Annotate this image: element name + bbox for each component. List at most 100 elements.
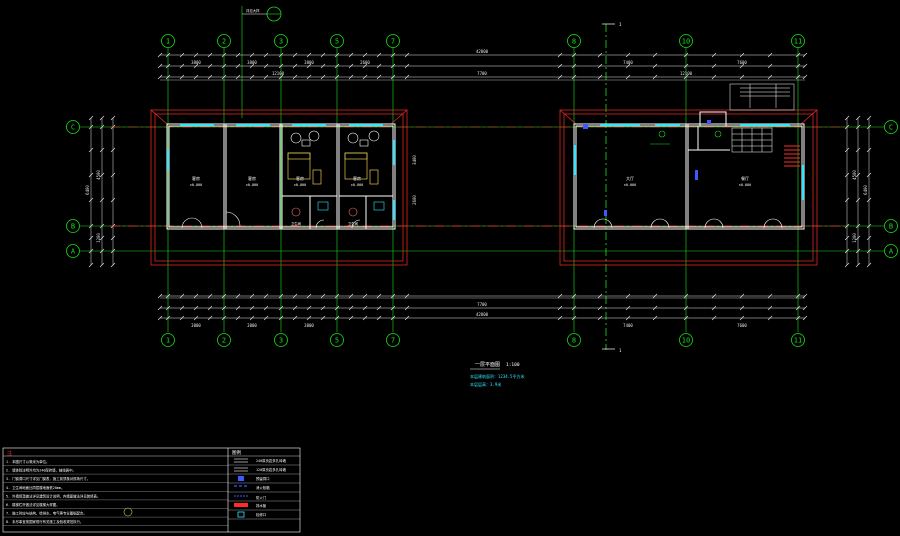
legend-heading: 图例	[232, 449, 241, 456]
legend-item: 检修口	[256, 512, 266, 517]
dim-side-left: 4500	[96, 170, 101, 180]
plan-scale: 1:100	[506, 362, 520, 368]
dim-bay-1-b: 3800	[191, 323, 201, 328]
legend-item: 240厚页岩多孔砖墙	[256, 458, 286, 463]
hall-level: ±0.000	[624, 183, 636, 187]
notes-line: 2. 墙体除注明外均为240厚砖墙，轴线居中。	[6, 468, 76, 473]
plan-title: 一层平面图	[475, 362, 500, 368]
room-4-level: ±0.000	[351, 183, 363, 187]
notes-lines: 1. 本图尺寸以毫米为单位。 2. 墙体除注明外均为240厚砖墙，轴线居中。 3. …	[3, 459, 228, 526]
axis-label: 2	[222, 337, 226, 345]
notes-line: 7. 施工时应与结构、给排水、电气等专业图纸配合。	[6, 511, 87, 516]
roof-stair-annex	[729, 83, 795, 111]
notes-line: 1. 本图尺寸以毫米为单位。	[6, 459, 49, 464]
notes-symbol	[123, 507, 133, 517]
cad-drawing: 1 1 详见大样 11223355778810101111C CB BA A 4280…	[2, 6, 898, 533]
legend-item: 120厚页岩多孔砖墙	[256, 467, 286, 472]
dim-depth-left-2: 2600	[412, 195, 417, 205]
axis-grid: 11223355778810101111C CB BA A	[66, 34, 898, 347]
right-block-walls	[573, 111, 805, 230]
notes-heading: 注	[7, 450, 12, 457]
dim-bay-3: 3800	[304, 60, 314, 65]
room-3-level: ±0.000	[294, 183, 306, 187]
legend-item: 消火栓箱	[256, 485, 270, 490]
notes-line: 5. 外墙保温做法详见建筑设计说明，内墙面做法详见装修表。	[6, 493, 100, 498]
dim-side-right: 4500	[852, 170, 857, 180]
dim-bay-6-b: 7600	[737, 323, 747, 328]
legend-items: 240厚页岩多孔砖墙 120厚页岩多孔砖墙预留洞口消火栓箱防火门排水管检修口	[256, 458, 286, 517]
axis-label: 10	[682, 38, 690, 46]
dim-bay-3-b: 3800	[304, 323, 314, 328]
left-block-sofas	[290, 130, 380, 147]
axis-label: B	[889, 223, 893, 231]
axis-label: 5	[335, 337, 339, 345]
dim-side-right-small: 1200	[852, 233, 857, 243]
room-2-level: ±0.000	[246, 183, 258, 187]
dim-depth-left: 3400	[412, 155, 417, 165]
legend-item: 排水管	[256, 503, 267, 508]
notes-line: 3. 门窗洞口尺寸详见门窗表，施工前须核对现场尺寸。	[6, 476, 90, 481]
axis-label: 10	[682, 337, 690, 345]
legend-item: 预留洞口	[256, 476, 270, 481]
axis-label: 7	[391, 38, 395, 46]
dim-bay-1: 3800	[191, 60, 201, 65]
section-mark-bottom: 1	[619, 348, 622, 353]
dim-bay-2-b: 3800	[247, 323, 257, 328]
legend-item: 防火门	[256, 495, 267, 500]
axis-label: C	[71, 124, 75, 132]
index-text: 详见大样	[246, 8, 260, 13]
left-block-wc-fixtures	[291, 201, 385, 217]
axis-label: 2	[222, 38, 226, 46]
room-1-name: 客房	[192, 175, 200, 181]
axis-label: 1	[166, 337, 170, 345]
dim-seg-mid: 7700	[477, 71, 487, 76]
plan-note-2: 本层层高：3.9米	[470, 381, 501, 387]
dim-overall-top: 42800	[476, 49, 489, 54]
plan-note-1: 本层建筑面积：1234.5平方米	[470, 373, 524, 379]
stair	[731, 127, 773, 153]
axis-label: 7	[391, 337, 395, 345]
dim-bay-6: 7600	[737, 60, 747, 65]
axis-label: 1	[166, 38, 170, 46]
section-mark-top: 1	[619, 22, 622, 27]
dim-bay-5-b: 7400	[623, 323, 633, 328]
dimension-ticks	[88, 52, 872, 321]
axis-label: 3	[279, 38, 283, 46]
dim-side-left-small: 1200	[96, 233, 101, 243]
dining-name: 餐厅	[741, 175, 749, 181]
legend-swatches	[234, 458, 248, 518]
axis-label: 8	[572, 38, 576, 46]
dimension-chains	[90, 54, 870, 319]
dim-side-total-right: 6400	[863, 185, 868, 195]
dim-side-total-left: 6400	[85, 185, 90, 195]
axis-label: 11	[794, 38, 802, 46]
wc-label-2: 卫生间	[348, 221, 359, 226]
blue-markers	[583, 120, 711, 216]
room-4-name: 客房	[353, 175, 361, 181]
dim-bay-2: 3800	[247, 60, 257, 65]
notes-line: 8. 未尽事宜按国家现行有关施工及验收规范执行。	[6, 519, 83, 524]
exterior-steps	[784, 145, 800, 167]
axis-label: 3	[279, 337, 283, 345]
notes-line: 4. 卫生间地面比同层楼地面低20mm。	[6, 485, 64, 490]
axis-label: 8	[572, 337, 576, 345]
room-3-name: 客房	[296, 175, 304, 181]
dim-seg-mid-bottom: 7700	[477, 302, 487, 307]
wc-label-1: 卫生间	[291, 221, 302, 226]
axis-label: 5	[335, 38, 339, 46]
building-outline	[150, 109, 818, 266]
dim-bay-5: 7400	[623, 60, 633, 65]
notes-line: 6. 楼梯栏杆做法详见楼梯大样图。	[6, 502, 60, 507]
dining-level: ±0.000	[739, 183, 751, 187]
room-2-name: 客房	[248, 175, 256, 181]
room-1-level: ±0.000	[190, 183, 202, 187]
dim-seg-right: 12100	[680, 71, 693, 76]
dim-overall-bottom: 42800	[476, 312, 489, 317]
dim-bay-4: 2600	[360, 60, 370, 65]
right-block-windows	[574, 124, 804, 200]
hall-name: 大厅	[626, 175, 634, 181]
axis-label: 11	[794, 337, 802, 345]
axis-label: B	[71, 223, 75, 231]
axis-label: C	[889, 124, 893, 132]
dim-seg-left: 12100	[272, 71, 285, 76]
